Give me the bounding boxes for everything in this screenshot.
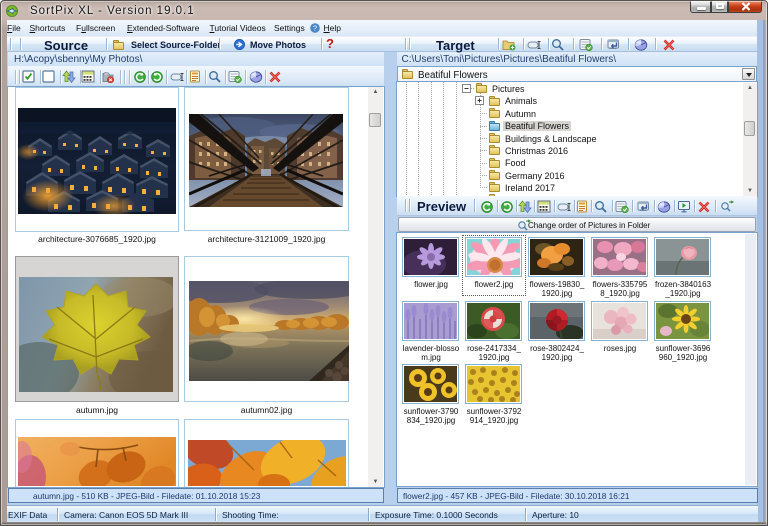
svg-text:?: ? <box>313 24 317 33</box>
